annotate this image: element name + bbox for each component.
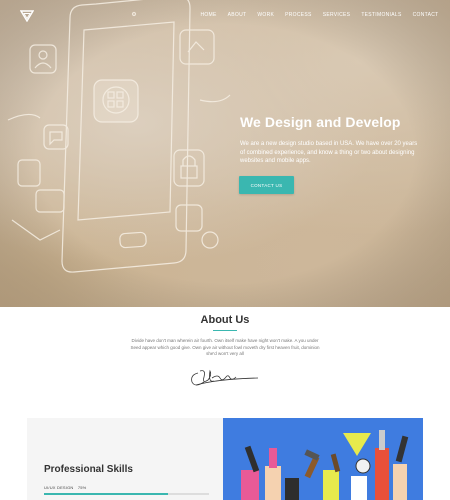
nav-contact[interactable]: CONTACT [407, 12, 444, 18]
skill-label: UI/UX DESIGN 75% [44, 485, 86, 490]
hero-description: We are a new design studio based in USA.… [240, 141, 418, 164]
contact-us-button[interactable]: CONTACT US [239, 176, 294, 194]
skill-progress-track [44, 493, 209, 495]
hands-tools-illustration [223, 418, 423, 500]
nav-services[interactable]: SERVICES [317, 12, 356, 18]
signature-image [191, 369, 259, 386]
nav-work[interactable]: WORK [252, 12, 280, 18]
skill-name: UI/UX DESIGN [44, 485, 74, 490]
about-text: Divide have don't man wherein air fourth… [130, 338, 320, 356]
triangle-logo-icon[interactable] [20, 10, 34, 22]
nav-testimonials[interactable]: TESTIMONIALS [356, 12, 407, 18]
about-title: About Us [200, 314, 250, 326]
nav-process[interactable]: PROCESS [280, 12, 318, 18]
nav-about[interactable]: ABOUT [222, 12, 252, 18]
skill-progress-fill [44, 493, 168, 495]
skills-title: Professional Skills [44, 464, 133, 475]
hero-title: We Design and Develop [240, 114, 401, 130]
about-divider [213, 330, 237, 331]
skill-percent: 75% [77, 485, 87, 490]
main-nav: HOME ABOUT WORK PROCESS SERVICES TESTIMO… [195, 12, 444, 18]
nav-home[interactable]: HOME [195, 12, 222, 18]
hero-section: HOME ABOUT WORK PROCESS SERVICES TESTIMO… [0, 0, 450, 307]
